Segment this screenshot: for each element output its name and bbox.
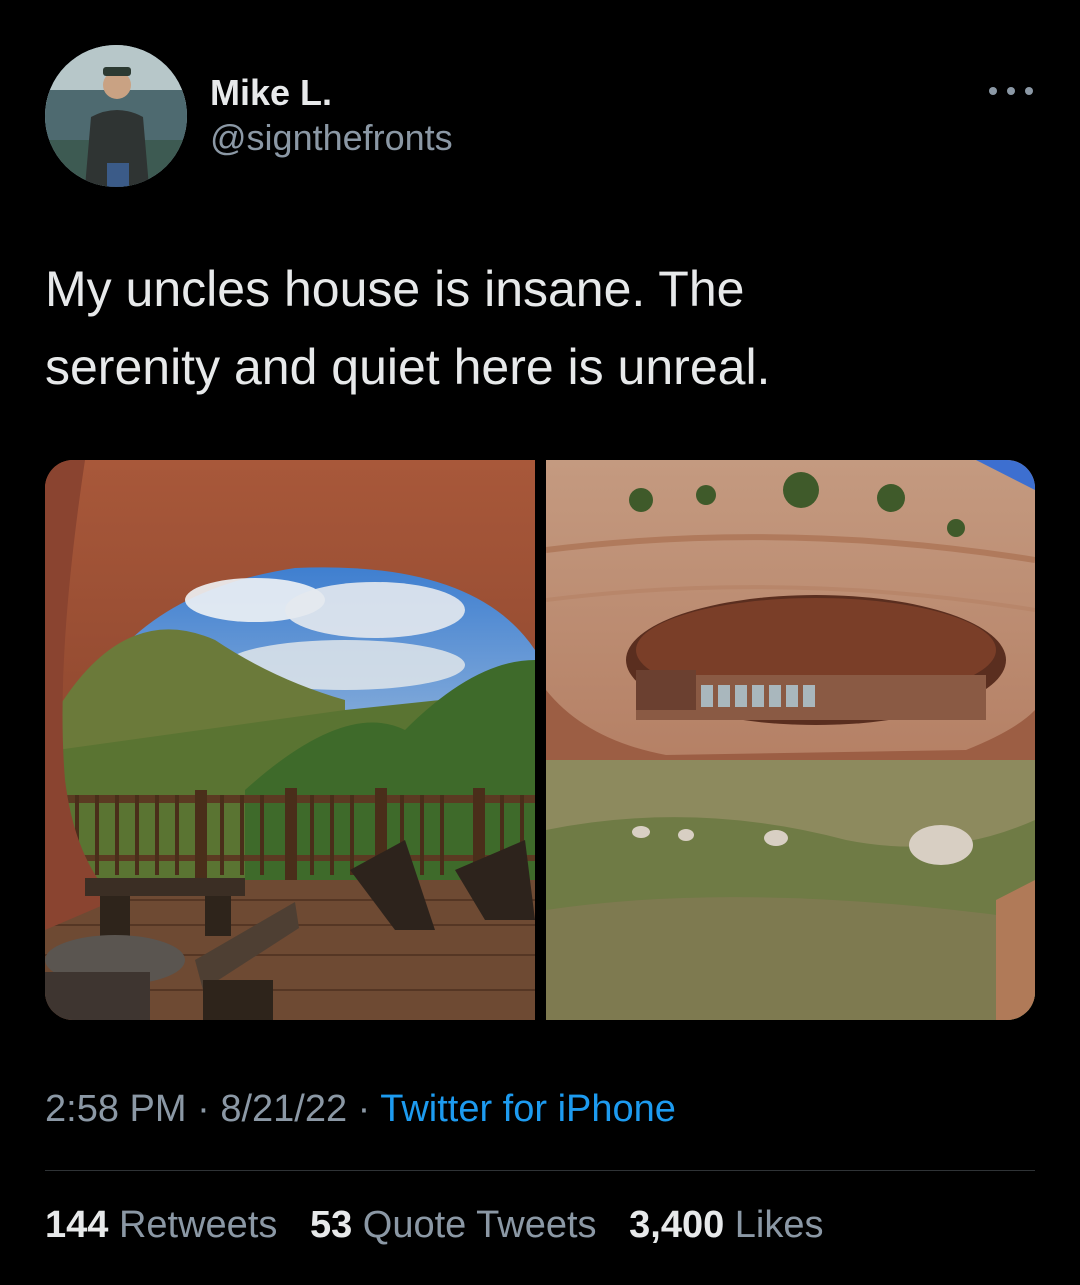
- quote-tweets-label: Quote Tweets: [362, 1204, 597, 1246]
- avatar[interactable]: [45, 45, 187, 187]
- cliff-house-image: [546, 460, 1035, 1020]
- tweet-text: My uncles house is insane. The serenity …: [45, 261, 771, 395]
- retweets-label: Retweets: [118, 1204, 278, 1246]
- likes-count: 3,400: [629, 1204, 725, 1246]
- dot: [1007, 87, 1015, 95]
- meta-separator: ·: [186, 1088, 221, 1130]
- display-name[interactable]: Mike L.: [210, 71, 453, 115]
- meta-separator: ·: [347, 1088, 381, 1130]
- tweet-stats: 144 Retweets 53 Quote Tweets 3,400 Likes: [45, 1204, 846, 1247]
- tweet-meta: 2:58 PM · 8/21/22 · Twitter for iPhone: [45, 1088, 676, 1131]
- author-names: Mike L. @signthefronts: [210, 71, 453, 161]
- media-photo-cliff-house[interactable]: [546, 460, 1035, 1020]
- retweets-count: 144: [45, 1204, 109, 1246]
- tweet-time[interactable]: 2:58 PM: [45, 1088, 187, 1130]
- more-options-icon[interactable]: [989, 81, 1033, 101]
- dot: [989, 87, 997, 95]
- media-grid: [45, 460, 1035, 1020]
- cave-deck-image: [45, 460, 535, 1020]
- divider: [45, 1170, 1035, 1171]
- tweet-header: Mike L. @signthefronts: [45, 45, 1035, 190]
- likes-stat[interactable]: 3,400 Likes: [629, 1204, 823, 1246]
- quote-tweets-count: 53: [309, 1204, 353, 1246]
- dot: [1025, 87, 1033, 95]
- tweet-source-link[interactable]: Twitter for iPhone: [380, 1088, 676, 1130]
- avatar-image: [45, 45, 187, 187]
- likes-label: Likes: [734, 1204, 824, 1246]
- tweet-date[interactable]: 8/21/22: [220, 1088, 347, 1130]
- retweets-stat[interactable]: 144 Retweets: [45, 1204, 277, 1246]
- quote-tweets-stat[interactable]: 53 Quote Tweets: [310, 1204, 597, 1246]
- media-photo-deck[interactable]: [45, 460, 535, 1020]
- user-handle[interactable]: @signthefronts: [210, 115, 453, 161]
